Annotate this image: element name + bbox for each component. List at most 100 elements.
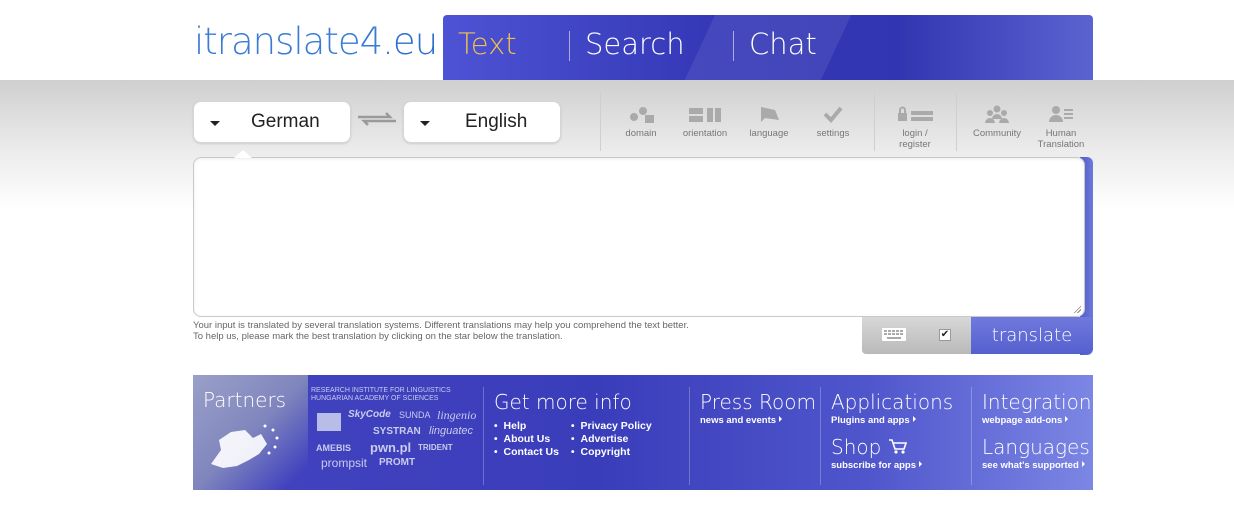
more-info-col1: Help About Us Contact Us [494, 420, 559, 459]
europe-map-icon [211, 424, 279, 468]
research-line2: HUNGARIAN ACADEMY OF SCIENCES [311, 395, 439, 402]
languages-title[interactable]: Languages [982, 435, 1090, 459]
info-note-line2: To help us, please mark the best transla… [193, 331, 563, 342]
languages-link[interactable]: see what's supported [982, 460, 1085, 471]
toolbar-divider [956, 93, 957, 151]
translate-button[interactable]: translate [971, 317, 1093, 354]
login-register-button[interactable]: login / register [890, 104, 940, 150]
partners-title: Partners [203, 388, 287, 412]
language-button[interactable]: language [744, 104, 794, 139]
flag-icon [761, 107, 779, 122]
community-icon [985, 105, 1009, 123]
press-room-link[interactable]: news and events [700, 415, 783, 426]
partner-prompsit[interactable]: prompsit [321, 456, 367, 470]
mode-tabs: Text Search Chat [443, 15, 1093, 80]
human-label-line1: Human [1045, 128, 1077, 139]
domain-icon [630, 107, 654, 123]
shop-label: Shop [831, 435, 882, 459]
resize-handle[interactable] [1073, 305, 1081, 313]
shopping-cart-icon [888, 439, 907, 454]
input-options: ✔ [862, 317, 971, 354]
logo-suffix: .eu [382, 20, 438, 63]
source-language-select[interactable]: German [193, 101, 351, 143]
swap-languages-icon[interactable] [356, 111, 398, 127]
partner-linguatec[interactable]: linguatec [429, 425, 473, 437]
shop-link[interactable]: subscribe for apps [831, 460, 922, 471]
orientation-label: orientation [682, 128, 728, 139]
community-button[interactable]: Community [968, 104, 1026, 139]
shop-title[interactable]: Shop [831, 435, 908, 459]
copyright-link[interactable]: Copyright [571, 446, 652, 459]
applications-sub: Plugins and apps [831, 415, 910, 426]
chevron-down-icon [420, 121, 430, 126]
partner-amebis[interactable]: AMEBIS [316, 443, 351, 453]
source-text-container [193, 157, 1085, 317]
human-label-line2: Translation [1037, 139, 1085, 150]
chevron-down-icon [210, 121, 220, 126]
integration-sub: webpage add-ons [982, 415, 1063, 426]
caret-right-icon [1065, 416, 1069, 422]
tab-search[interactable]: Search [585, 27, 685, 61]
tab-chat[interactable]: Chat [749, 27, 817, 61]
about-us-link[interactable]: About Us [494, 433, 559, 446]
orientation-icon [689, 108, 721, 122]
language-label: language [749, 128, 789, 139]
partner-research-institute[interactable]: RESEARCH INSTITUTE FOR LINGUISTICS HUNGA… [311, 387, 451, 403]
caret-right-icon [1081, 461, 1085, 467]
toolbar-divider [600, 93, 601, 151]
integration-link[interactable]: webpage add-ons [982, 415, 1069, 426]
contact-us-link[interactable]: Contact Us [494, 446, 559, 459]
domain-label: domain [625, 128, 657, 139]
lock-icon [898, 106, 933, 121]
advertise-link[interactable]: Advertise [571, 433, 652, 446]
help-link[interactable]: Help [494, 420, 559, 433]
languages-sub: see what's supported [982, 460, 1079, 471]
human-translation-button[interactable]: Human Translation [1034, 104, 1088, 150]
partner-lingenio[interactable]: lingenio [437, 408, 476, 423]
site-logo[interactable]: itranslate4.eu [194, 20, 438, 63]
caret-right-icon [779, 416, 783, 422]
footer-divider [971, 387, 972, 485]
orientation-button[interactable]: orientation [680, 104, 730, 139]
more-info-title: Get more info [494, 390, 632, 414]
source-language-label: German [251, 111, 320, 132]
partner-emblem[interactable] [317, 413, 341, 431]
logo-main: itranslate4 [194, 20, 383, 63]
partner-sunda[interactable]: SUNDA [399, 410, 431, 420]
target-language-select[interactable]: English [403, 101, 561, 143]
info-note: Your input is translated by several tran… [193, 320, 689, 342]
target-language-label: English [465, 111, 528, 132]
login-label-line1: login / [902, 128, 928, 139]
human-translation-icon [1049, 106, 1073, 122]
partner-systran[interactable]: SYSTRAN [373, 426, 421, 437]
partner-pwn[interactable]: pwn.pl [370, 440, 411, 455]
toolbar-divider [874, 93, 875, 151]
more-info-col2: Privacy Policy Advertise Copyright [571, 420, 652, 459]
domain-button[interactable]: domain [618, 104, 664, 139]
settings-button[interactable]: settings [811, 104, 855, 139]
partner-promt[interactable]: PROMT [379, 457, 415, 468]
caret-right-icon [912, 416, 916, 422]
partner-skycode[interactable]: SkyCode [348, 409, 391, 420]
keyboard-icon[interactable] [882, 328, 906, 341]
footer-divider [689, 387, 690, 485]
caret-right-icon [919, 461, 922, 467]
applications-title[interactable]: Applications [831, 390, 953, 414]
partner-trident[interactable]: TRIDENT [418, 443, 453, 452]
shop-sub: subscribe for apps [831, 460, 916, 471]
integration-title[interactable]: Integration [982, 390, 1092, 414]
footer: Partners RESEARCH INSTITUTE FOR LINGUIST… [193, 375, 1093, 490]
source-text-input[interactable] [194, 158, 1084, 316]
login-label-line2: register [899, 139, 931, 150]
privacy-policy-link[interactable]: Privacy Policy [571, 420, 652, 433]
info-note-line1: Your input is translated by several tran… [193, 320, 689, 331]
applications-link[interactable]: Plugins and apps [831, 415, 916, 426]
community-label: Community [972, 128, 1022, 139]
settings-label: settings [816, 128, 850, 139]
settings-icon [823, 106, 843, 123]
tab-text[interactable]: Text [458, 27, 517, 61]
footer-divider [483, 387, 484, 485]
press-room-title[interactable]: Press Room [700, 390, 816, 414]
option-checkbox[interactable]: ✔ [939, 329, 951, 341]
source-pointer [234, 150, 252, 158]
